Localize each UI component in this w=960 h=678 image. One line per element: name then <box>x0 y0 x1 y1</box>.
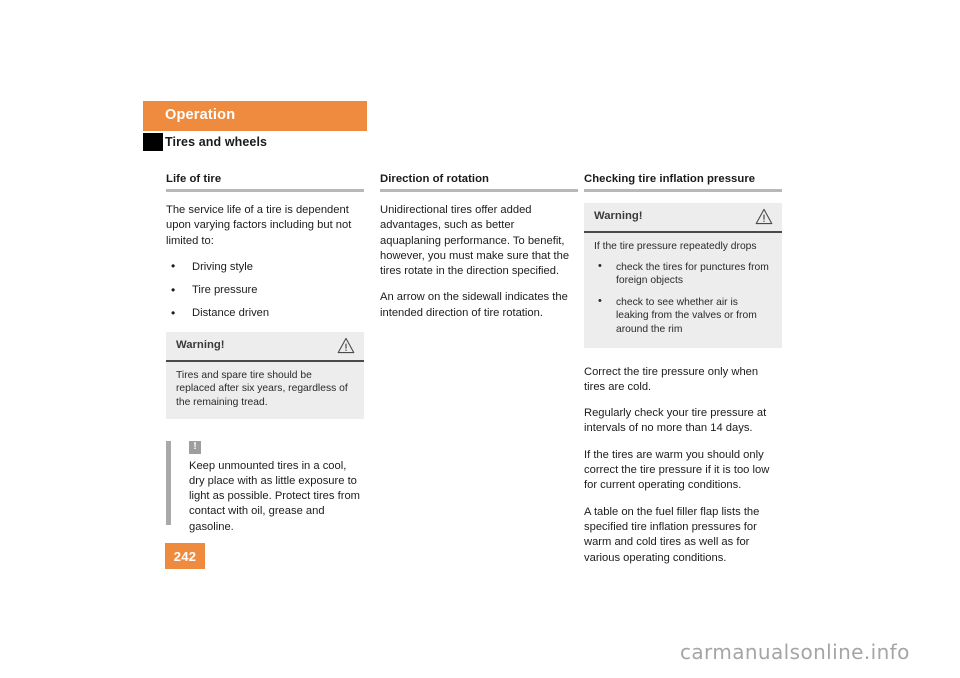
warning-triangle-icon <box>755 208 773 225</box>
exclamation-mark-icon: ! <box>189 440 201 454</box>
paragraph-unidirectional-tires: Unidirectional tires offer added advanta… <box>380 204 570 278</box>
list-item: Tire pressure <box>166 283 364 299</box>
page-number-label: 242 <box>173 549 197 564</box>
note-box-tire-storage: ! Keep unmounted tires in a cool, dry pl… <box>166 440 364 535</box>
warning-box-header: Warning! <box>166 332 364 360</box>
warning-text: Tires and spare tire should be replaced … <box>176 369 348 408</box>
warning-box-pressure-drop: Warning! If the tire pressure repeatedly… <box>584 203 782 348</box>
list-item: check to see whether air is leaking from… <box>594 295 772 337</box>
paragraph-warm-tires: If the tires are warm you should only co… <box>584 448 770 492</box>
column-middle: Direction of rotation Unidirectional tir… <box>380 172 578 321</box>
warning-triangle-icon <box>337 337 355 354</box>
section-heading-life-of-tire: Life of tire <box>166 173 222 185</box>
warning-box-header: Warning! <box>584 203 782 231</box>
heading-rule <box>584 189 782 192</box>
warning-title: Warning! <box>176 338 225 351</box>
warning-box-body: Tires and spare tire should be replaced … <box>166 362 364 419</box>
section-heading-direction-of-rotation: Direction of rotation <box>380 173 489 185</box>
watermark: carmanualsonline.info <box>680 640 910 664</box>
heading-rule <box>166 189 364 192</box>
page-title: Tires and wheels <box>165 135 268 149</box>
note-text: Keep unmounted tires in a cool, dry plac… <box>189 459 360 533</box>
manual-page: Operation Tires and wheels Life of tire … <box>0 0 960 678</box>
warning-title: Warning! <box>594 210 643 222</box>
paragraph-sidewall-arrow: An arrow on the sidewall indicates the i… <box>380 291 568 319</box>
paragraph-check-intervals: Regularly check your tire pressure at in… <box>584 407 767 435</box>
list-life-of-tire-factors: Driving style Tire pressure Distance dri… <box>166 259 364 322</box>
page-number-badge: 242 <box>165 543 205 569</box>
paragraph-correct-when-cold: Correct the tire pressure only when tire… <box>584 365 759 393</box>
paragraph-life-of-tire-intro: The service life of a tire is dependent … <box>166 204 352 247</box>
chapter-tab-marker <box>143 133 163 151</box>
section-header-bar: Operation <box>143 101 367 131</box>
warning-box-body: If the tire pressure repeatedly drops ch… <box>584 233 782 348</box>
warning-intro-text: If the tire pressure repeatedly drops <box>594 241 757 252</box>
list-item: check the tires for punctures from forei… <box>594 260 772 288</box>
section-header-label: Operation <box>165 107 236 123</box>
column-left: Life of tire The service life of a tire … <box>166 172 364 535</box>
column-right: Checking tire inflation pressure Warning… <box>584 172 782 566</box>
section-heading-checking-tire-inflation-pressure: Checking tire inflation pressure <box>584 173 756 185</box>
exclamation-glyph: ! <box>193 440 197 452</box>
paragraph-fuel-filler-flap-table: A table on the fuel filler flap lists th… <box>584 505 760 564</box>
heading-rule <box>380 189 578 192</box>
warning-box-tire-age: Warning! Tires and spare tire should be … <box>166 331 364 419</box>
note-accent-bar <box>166 440 171 525</box>
list-item: Distance driven <box>166 306 364 322</box>
list-item: Driving style <box>166 259 364 275</box>
list-pressure-checks: check the tires for punctures from forei… <box>594 260 772 337</box>
